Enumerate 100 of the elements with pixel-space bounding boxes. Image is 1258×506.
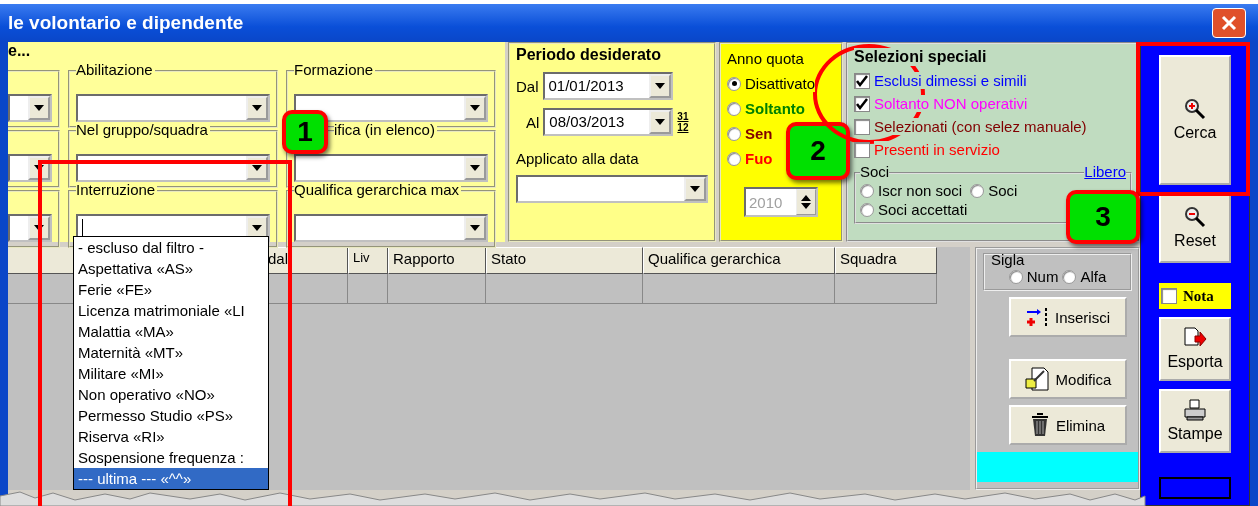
up-down-icon (801, 195, 811, 209)
option-label: Num (1026, 268, 1059, 285)
caret-icon (655, 119, 666, 125)
caret-icon (470, 165, 480, 171)
callout-badge: 3 (1066, 190, 1140, 244)
group-title: Sigla (991, 251, 1026, 268)
radio-button[interactable] (727, 101, 741, 116)
check-icon (856, 74, 868, 87)
radio-button[interactable] (727, 76, 741, 91)
insert-icon (1025, 306, 1049, 328)
link[interactable]: Libero (1084, 164, 1126, 180)
checkbox[interactable] (854, 72, 870, 89)
reset-button[interactable]: Reset (1159, 193, 1231, 263)
dropdown-button[interactable] (464, 156, 486, 180)
dropdown-button[interactable] (28, 96, 50, 120)
column-header[interactable]: Stato (486, 247, 643, 274)
field-label: Applicato alla data (516, 150, 640, 167)
close-icon (1221, 15, 1237, 31)
caret-icon (252, 105, 262, 111)
caret-icon (34, 105, 44, 111)
caret-icon (470, 105, 480, 111)
column-header[interactable]: Rapporto (388, 247, 486, 274)
trash-icon (1029, 413, 1050, 437)
option-label: Soci accettati (878, 201, 968, 218)
field-label: Al (526, 113, 540, 131)
dropdown-field[interactable] (294, 214, 488, 242)
group-title: Soci (860, 164, 890, 180)
checkbox[interactable] (1161, 288, 1177, 304)
field-label: Abilitazione (76, 62, 155, 78)
option-label: Presenti in servizio (874, 141, 1000, 158)
group-title: Selezioni speciali (854, 48, 987, 66)
radio-button[interactable] (970, 183, 985, 198)
caret-icon (690, 186, 700, 192)
dropdown-button[interactable] (649, 110, 672, 134)
caret-icon (252, 225, 262, 231)
dropdown-button[interactable] (648, 74, 671, 98)
print-button[interactable]: Stampe (1159, 389, 1231, 453)
dropdown-button[interactable] (684, 177, 706, 201)
dropdown-field[interactable] (294, 154, 488, 182)
edit-document-icon (1023, 367, 1050, 391)
option-label: Soltanto NON operativi (874, 95, 1028, 112)
note-checkbox[interactable]: Nota (1159, 283, 1231, 309)
dropdown-button[interactable] (464, 96, 486, 120)
caret-icon (470, 225, 480, 231)
field-label: ifica (in elenco) (334, 122, 437, 138)
dropdown-field[interactable] (76, 94, 270, 122)
option-label: Soltanto (745, 100, 805, 117)
date-field[interactable]: 08/03/2013 (543, 108, 674, 136)
column-header[interactable]: Qualifica gerarchica (643, 247, 835, 274)
caret-icon (252, 165, 262, 171)
check-icon (856, 97, 868, 110)
group-title: Anno quota (727, 50, 805, 67)
zoom-out-icon (1184, 206, 1206, 228)
checkbox[interactable] (854, 118, 870, 135)
option-label: Selezionati (con selez manuale) (874, 118, 1087, 135)
radio-button[interactable] (1062, 269, 1077, 284)
printer-icon (1183, 399, 1207, 421)
zoom-in-icon (1184, 98, 1206, 120)
field-label: Dal (516, 77, 539, 95)
close-button[interactable] (1212, 8, 1246, 38)
field-label: Formazione (294, 62, 376, 78)
dropdown-button[interactable] (246, 96, 268, 120)
export-button[interactable]: Esporta (1159, 317, 1231, 381)
group-title: Periodo desiderato (516, 46, 662, 64)
radio-button[interactable] (727, 126, 741, 141)
search-button[interactable]: Cerca (1159, 55, 1231, 185)
option-label: Iscr non soci (878, 182, 963, 199)
edit-button[interactable]: Modifica (1008, 359, 1127, 399)
callout-badge: 2 (786, 122, 850, 180)
radio-button[interactable] (727, 151, 741, 166)
window-title: le volontario e dipendente (8, 12, 244, 34)
list-item[interactable]: --- ultima --- «^^» (74, 468, 268, 489)
dropdown-field[interactable] (8, 214, 52, 242)
column-header[interactable]: Squadra (835, 247, 937, 274)
delete-button[interactable]: Elimina (1008, 405, 1127, 445)
dropdown-button[interactable] (464, 216, 486, 240)
dropdown-field[interactable] (294, 94, 488, 122)
export-icon (1183, 327, 1207, 349)
calendar-button[interactable]: 31 12 (677, 111, 689, 133)
field-label: Qualifica gerarchica max (294, 182, 462, 198)
dropdown-field[interactable] (8, 154, 52, 182)
option-label: Soci (988, 182, 1018, 199)
callout-badge: 1 (282, 110, 328, 154)
status-box (1159, 477, 1231, 499)
table-cell (348, 274, 388, 304)
option-label: Disattivato (745, 75, 816, 92)
field-label: Nel gruppo/squadra (76, 122, 210, 138)
dropdown-field[interactable] (8, 94, 52, 122)
option-label: Esclusi dimessi e simili (874, 72, 1027, 89)
insert-button[interactable]: Inserisci (1008, 297, 1127, 337)
field-label: Interruzione (76, 182, 158, 198)
radio-button[interactable] (1008, 269, 1023, 284)
radio-button[interactable] (860, 202, 874, 217)
dropdown-field[interactable] (516, 175, 708, 203)
checkbox[interactable] (854, 95, 870, 112)
caret-icon (654, 83, 665, 89)
date-field[interactable]: 01/01/2013 (542, 72, 673, 100)
option-label: Alfa (1080, 268, 1107, 285)
radio-button[interactable] (860, 183, 874, 198)
column-header[interactable]: Liv (348, 247, 388, 274)
